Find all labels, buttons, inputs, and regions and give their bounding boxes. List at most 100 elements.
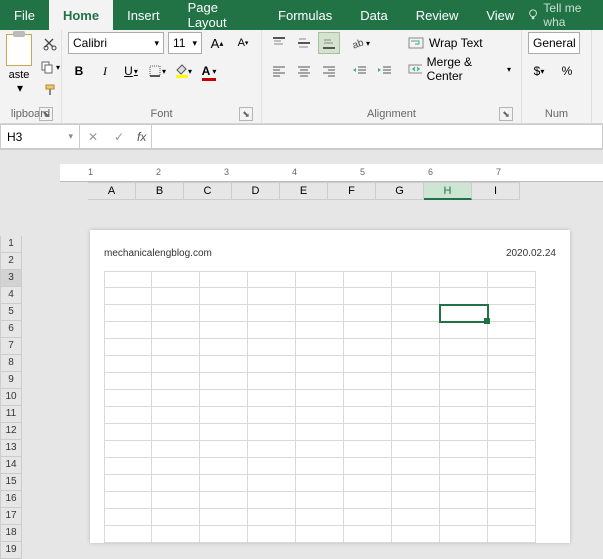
- tab-formulas[interactable]: Formulas: [264, 0, 346, 30]
- underline-button[interactable]: U▾: [120, 60, 142, 82]
- cell[interactable]: [104, 356, 152, 373]
- cell[interactable]: [440, 526, 488, 543]
- row-header[interactable]: 18: [0, 525, 22, 542]
- cell[interactable]: [392, 458, 440, 475]
- cell[interactable]: [152, 305, 200, 322]
- cell[interactable]: [104, 492, 152, 509]
- row-header[interactable]: 11: [0, 406, 22, 423]
- cell[interactable]: [296, 441, 344, 458]
- cell[interactable]: [344, 526, 392, 543]
- cell[interactable]: [104, 305, 152, 322]
- cell[interactable]: [104, 390, 152, 407]
- name-box[interactable]: H3▾: [0, 124, 80, 149]
- enter-formula-button[interactable]: ✓: [106, 130, 132, 144]
- cell[interactable]: [344, 288, 392, 305]
- cell[interactable]: [248, 441, 296, 458]
- cell[interactable]: [440, 475, 488, 492]
- cell[interactable]: [296, 288, 344, 305]
- cell[interactable]: [104, 288, 152, 305]
- cell[interactable]: [488, 509, 536, 526]
- cell[interactable]: [344, 390, 392, 407]
- merge-center-button[interactable]: Merge & Center▾: [404, 58, 515, 80]
- column-header[interactable]: H: [424, 182, 472, 200]
- cell[interactable]: [344, 356, 392, 373]
- cell[interactable]: [248, 288, 296, 305]
- cell[interactable]: [248, 475, 296, 492]
- copy-button[interactable]: ▾: [36, 57, 64, 77]
- cell[interactable]: [200, 458, 248, 475]
- grid[interactable]: [104, 271, 556, 543]
- cell[interactable]: [344, 373, 392, 390]
- tab-file[interactable]: File: [0, 0, 49, 30]
- cell[interactable]: [440, 356, 488, 373]
- tab-home[interactable]: Home: [49, 0, 113, 30]
- cell[interactable]: [344, 441, 392, 458]
- cell[interactable]: [248, 322, 296, 339]
- cell[interactable]: [248, 424, 296, 441]
- cell[interactable]: [488, 407, 536, 424]
- row-header[interactable]: 3: [0, 270, 22, 287]
- orientation-button[interactable]: ab▾: [349, 32, 371, 54]
- cell[interactable]: [392, 305, 440, 322]
- cell[interactable]: [392, 339, 440, 356]
- cell[interactable]: [392, 475, 440, 492]
- cell[interactable]: [440, 322, 488, 339]
- row-header[interactable]: 16: [0, 491, 22, 508]
- cell[interactable]: [152, 441, 200, 458]
- cell[interactable]: [296, 475, 344, 492]
- column-header[interactable]: C: [184, 182, 232, 200]
- cell[interactable]: [248, 526, 296, 543]
- cell[interactable]: [152, 509, 200, 526]
- row-header[interactable]: 9: [0, 372, 22, 389]
- column-header[interactable]: A: [88, 182, 136, 200]
- row-header[interactable]: 2: [0, 253, 22, 270]
- cell[interactable]: [344, 339, 392, 356]
- decrease-indent-button[interactable]: [349, 60, 371, 82]
- cell[interactable]: [296, 339, 344, 356]
- cell[interactable]: [200, 424, 248, 441]
- cell[interactable]: [104, 441, 152, 458]
- cell[interactable]: [488, 458, 536, 475]
- cell[interactable]: [296, 356, 344, 373]
- cell[interactable]: [200, 373, 248, 390]
- decrease-font-button[interactable]: A▾: [232, 32, 254, 54]
- cell[interactable]: [104, 526, 152, 543]
- cell[interactable]: [344, 271, 392, 288]
- row-header[interactable]: 4: [0, 287, 22, 304]
- cell[interactable]: [392, 322, 440, 339]
- cell[interactable]: [104, 407, 152, 424]
- cell[interactable]: [392, 424, 440, 441]
- cell[interactable]: [296, 407, 344, 424]
- font-name-select[interactable]: Calibri▾: [68, 32, 164, 54]
- cell[interactable]: [104, 458, 152, 475]
- cell[interactable]: [296, 526, 344, 543]
- cell[interactable]: [488, 475, 536, 492]
- row-header[interactable]: 13: [0, 440, 22, 457]
- cell[interactable]: [392, 526, 440, 543]
- font-size-select[interactable]: 11▾: [168, 32, 202, 54]
- cell[interactable]: [152, 492, 200, 509]
- cell[interactable]: [392, 288, 440, 305]
- cell[interactable]: [152, 475, 200, 492]
- cell[interactable]: [104, 339, 152, 356]
- tab-review[interactable]: Review: [402, 0, 473, 30]
- cell[interactable]: [200, 526, 248, 543]
- cell[interactable]: [200, 407, 248, 424]
- cell[interactable]: [104, 271, 152, 288]
- cell[interactable]: [392, 356, 440, 373]
- cell[interactable]: [248, 407, 296, 424]
- tell-me-search[interactable]: Tell me wha: [528, 0, 603, 30]
- number-format-select[interactable]: General: [528, 32, 580, 54]
- cell[interactable]: [296, 271, 344, 288]
- cell[interactable]: [440, 441, 488, 458]
- cell[interactable]: [344, 492, 392, 509]
- cell[interactable]: [248, 509, 296, 526]
- cell[interactable]: [392, 390, 440, 407]
- font-color-button[interactable]: A▾: [198, 60, 220, 82]
- cell[interactable]: [392, 441, 440, 458]
- row-header[interactable]: 17: [0, 508, 22, 525]
- cell[interactable]: [248, 356, 296, 373]
- cell[interactable]: [200, 509, 248, 526]
- cell[interactable]: [248, 339, 296, 356]
- align-left-button[interactable]: [268, 60, 290, 82]
